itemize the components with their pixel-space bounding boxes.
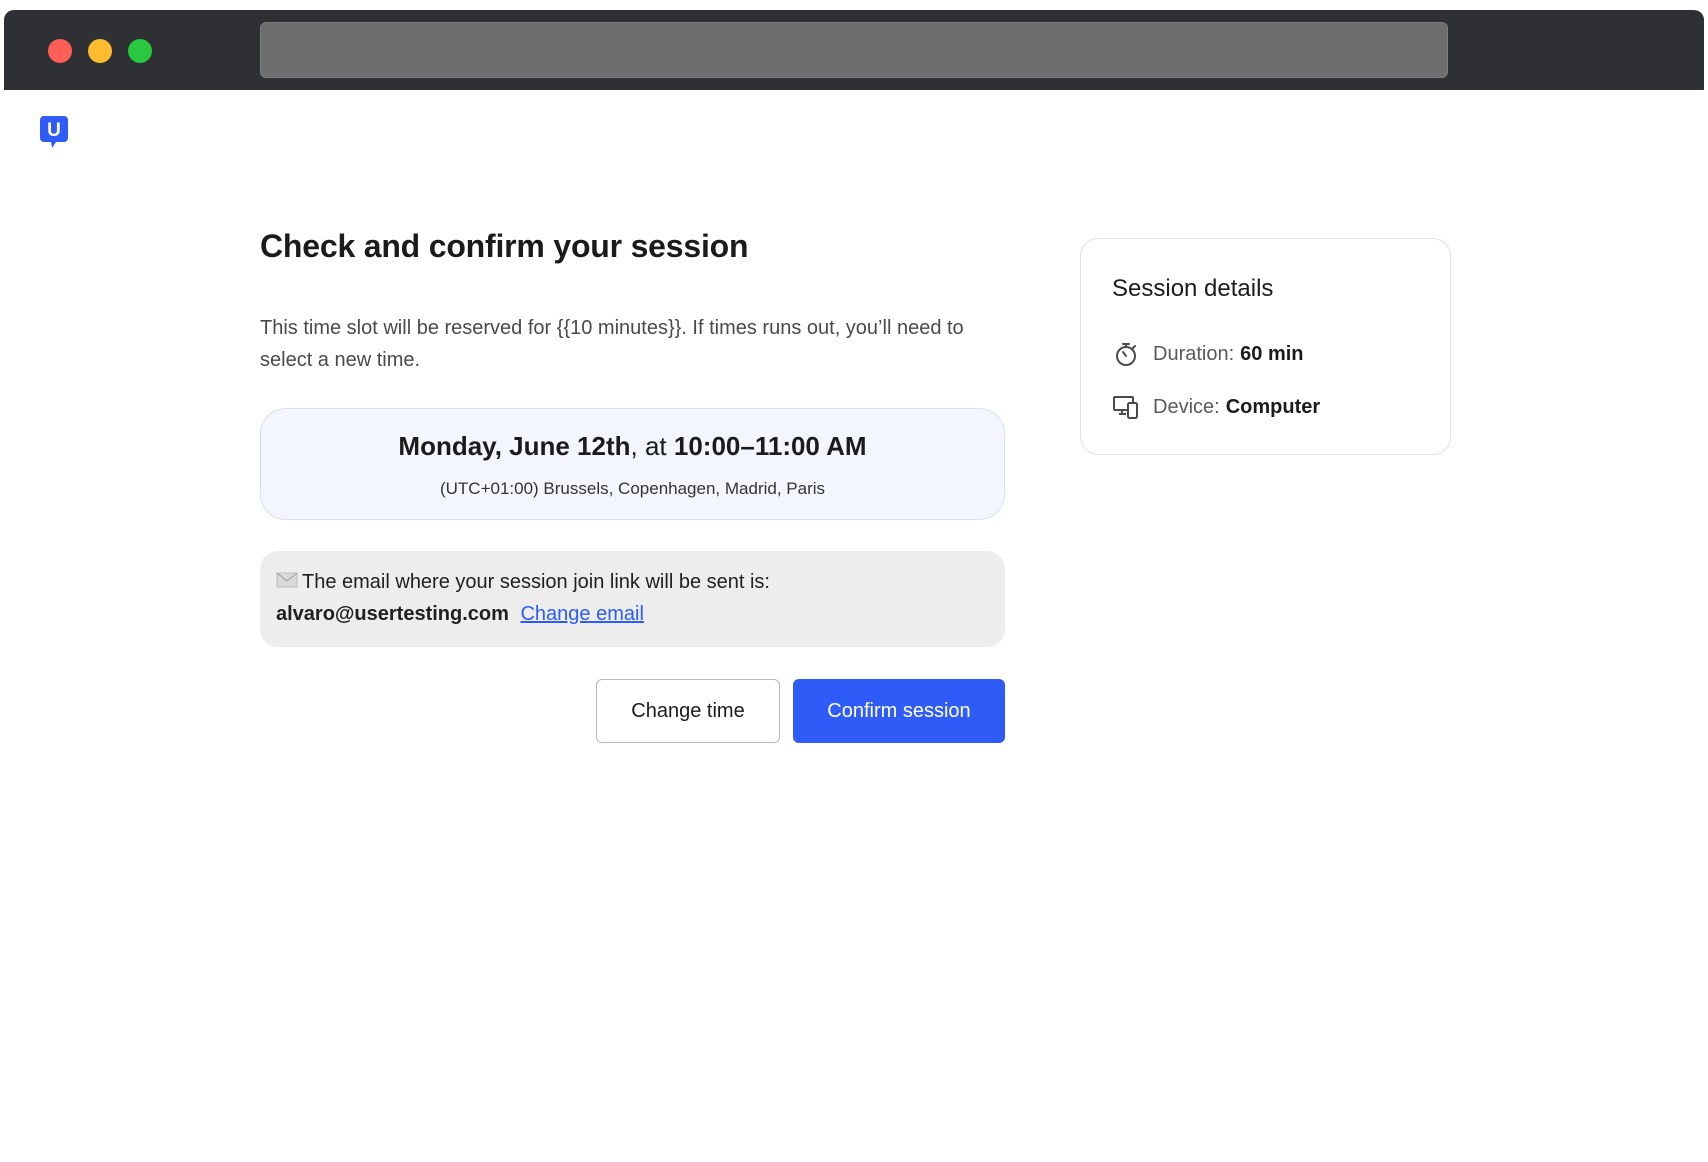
svg-text:U: U — [47, 120, 61, 141]
email-address: alvaro@usertesting.com — [276, 603, 509, 625]
slot-connector: , at — [630, 431, 674, 461]
browser-window: U Check and confirm your session This ti… — [4, 10, 1704, 1162]
close-window-button[interactable] — [48, 39, 72, 63]
email-address-line: alvaro@usertesting.com Change email — [276, 603, 644, 626]
slot-time: 10:00–11:00 AM — [673, 431, 867, 461]
email-intro-text: The email where your session join link w… — [302, 571, 770, 593]
browser-titlebar — [4, 10, 1704, 90]
duration-value: 60 min — [1240, 342, 1304, 365]
stopwatch-icon — [1116, 343, 1136, 366]
reservation-description: This time slot will be reserved for {{10… — [260, 317, 964, 371]
envelope-icon — [276, 572, 298, 587]
change-email-link[interactable]: Change email — [520, 603, 643, 625]
email-intro-line: The email where your session join link w… — [276, 571, 770, 594]
slot-timezone: (UTC+01:00) Brussels, Copenhagen, Madrid… — [439, 479, 826, 498]
devices-icon — [1113, 396, 1138, 419]
device-label: Device: — [1153, 395, 1220, 418]
usertesting-logo-icon[interactable]: U — [40, 116, 68, 150]
confirm-session-button[interactable]: Confirm session — [793, 679, 1005, 743]
change-time-button[interactable]: Change time — [596, 679, 780, 743]
session-details-card: Session details Duration: 60 min Device:… — [1080, 238, 1451, 455]
selected-slot-card: Monday, June 12th, at 10:00–11:00 AM (UT… — [260, 408, 1005, 520]
duration-row: Duration: 60 min — [1112, 340, 1304, 368]
page-title: Check and confirm your session — [260, 228, 749, 264]
duration-label: Duration: — [1153, 342, 1235, 365]
slot-date: Monday, June 12th — [398, 431, 631, 461]
email-notice: The email where your session join link w… — [260, 551, 1005, 647]
session-details-title: Session details — [1112, 275, 1274, 302]
slot-datetime: Monday, June 12th, at 10:00–11:00 AM — [261, 431, 1004, 462]
device-row: Device: Computer — [1112, 393, 1320, 421]
device-value: Computer — [1225, 395, 1321, 418]
minimize-window-button[interactable] — [88, 39, 112, 63]
maximize-window-button[interactable] — [128, 39, 152, 63]
address-bar[interactable] — [260, 22, 1448, 78]
